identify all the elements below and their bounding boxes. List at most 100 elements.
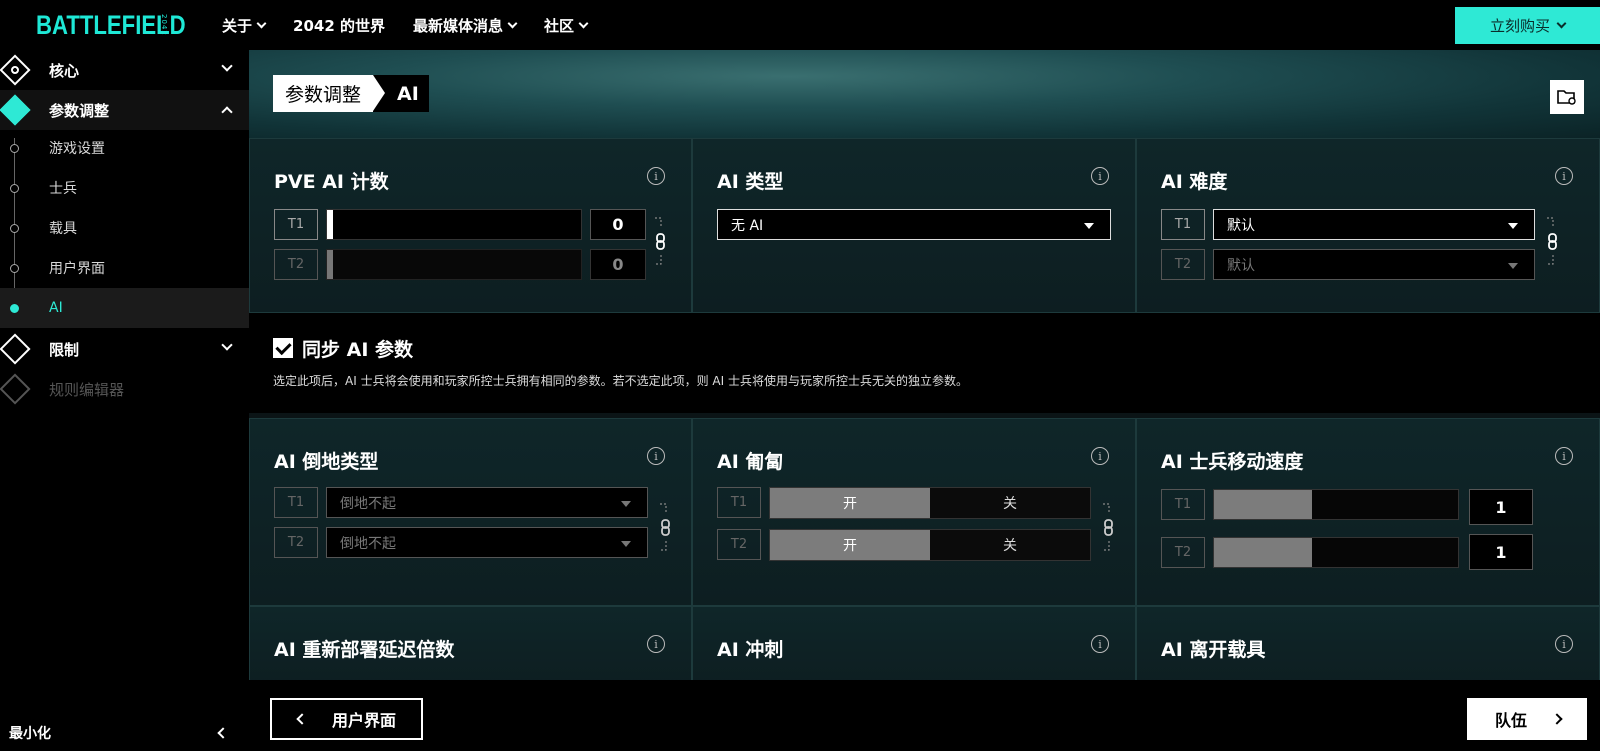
- info-icon[interactable]: i: [1091, 635, 1109, 653]
- nav-news-label: 最新媒体消息: [413, 16, 504, 35]
- card-ai-sprint: AI 冲刺 i: [692, 606, 1136, 680]
- tuning-icon: [0, 94, 31, 126]
- sync-ai-params-checkbox[interactable]: [273, 338, 293, 358]
- chevron-right-icon: [1551, 713, 1563, 725]
- pve-count-t1-slider[interactable]: [326, 209, 582, 240]
- folder-settings-button[interactable]: [1550, 80, 1584, 114]
- back-button-label: 用户界面: [332, 711, 397, 730]
- toggle-on-option[interactable]: 开: [770, 530, 930, 560]
- team-1-tag: T1: [717, 487, 761, 518]
- info-icon[interactable]: i: [1555, 635, 1573, 653]
- top-navigation-bar: BATTLEFIELD 2042 关于 2042 的世界 最新媒体消息 社区 立…: [0, 0, 1600, 50]
- toggle-off-option[interactable]: 关: [930, 530, 1090, 560]
- nav-world[interactable]: 2042 的世界: [293, 15, 385, 36]
- pve-count-t2-slider[interactable]: [326, 249, 582, 280]
- card-title: AI 倒地类型: [274, 451, 379, 473]
- chevron-down-icon: [507, 18, 518, 28]
- ai-move-speed-t2-value[interactable]: 1: [1469, 534, 1533, 570]
- caret-down-icon: [1084, 223, 1094, 229]
- sync-title[interactable]: 同步 AI 参数: [302, 335, 413, 362]
- ai-move-speed-t2-slider[interactable]: [1213, 537, 1459, 568]
- ai-down-type-t1-select[interactable]: 倒地不起: [326, 487, 648, 518]
- main-content: 参数调整 AI PVE AI 计数 i T1 0 T2 0 AI 类型 i 无: [249, 50, 1600, 680]
- card-ai-crawl: AI 匍匐 i T1 开 关 T2 开 关: [692, 418, 1136, 606]
- tree-dot: [10, 264, 19, 273]
- back-button[interactable]: 用户界面: [270, 698, 423, 740]
- chevron-up-icon: [221, 106, 233, 118]
- team-1-tag: T1: [1161, 209, 1205, 240]
- ai-move-speed-t1-value[interactable]: 1: [1469, 489, 1533, 525]
- sidebar-subitem-game-settings[interactable]: 游戏设置: [0, 128, 249, 168]
- card-ai-down-type: AI 倒地类型 i T1 倒地不起 T2 倒地不起: [249, 418, 692, 606]
- nav-world-label: 2042 的世界: [293, 16, 385, 35]
- card-ai-redeploy: AI 重新部署延迟倍数 i: [249, 606, 692, 680]
- info-icon[interactable]: i: [1091, 447, 1109, 465]
- caret-down-icon: [621, 501, 631, 507]
- buy-now-label: 立刻购买: [1489, 17, 1550, 35]
- team-2-tag: T2: [1161, 537, 1205, 568]
- team-2-tag: T2: [274, 527, 318, 558]
- link-icon[interactable]: [1101, 503, 1115, 551]
- info-icon[interactable]: i: [1555, 447, 1573, 465]
- caret-down-icon: [621, 541, 631, 547]
- logo-year: 2042: [160, 14, 168, 36]
- tree-dot: [10, 184, 19, 193]
- ai-difficulty-t2-select[interactable]: 默认: [1213, 249, 1535, 280]
- nav-community[interactable]: 社区: [544, 15, 589, 36]
- card-ai-difficulty: AI 难度 i T1 默认 T2 默认: [1136, 138, 1600, 313]
- sidebar-subitem-vehicles[interactable]: 载具: [0, 208, 249, 248]
- breadcrumb-parent[interactable]: 参数调整: [273, 75, 386, 112]
- card-ai-type: AI 类型 i 无 AI: [692, 138, 1136, 313]
- ai-crawl-t1-toggle[interactable]: 开 关: [769, 487, 1091, 519]
- next-button[interactable]: 队伍: [1467, 698, 1587, 740]
- chevron-down-icon: [1556, 18, 1567, 29]
- sidebar-subitem-ai[interactable]: AI: [0, 288, 249, 328]
- ai-difficulty-t1-value: 默认: [1227, 217, 1255, 234]
- nav-news[interactable]: 最新媒体消息: [413, 15, 518, 36]
- sidebar-item-restrictions[interactable]: 限制: [0, 329, 249, 369]
- slider-knob[interactable]: [327, 210, 333, 239]
- slider-knob[interactable]: [327, 250, 333, 279]
- pve-count-t2-value[interactable]: 0: [590, 249, 646, 280]
- ai-difficulty-t1-select[interactable]: 默认: [1213, 209, 1535, 240]
- link-icon[interactable]: [658, 503, 672, 551]
- info-icon[interactable]: i: [1091, 167, 1109, 185]
- ai-crawl-t2-toggle[interactable]: 开 关: [769, 529, 1091, 561]
- slider-fill: [1214, 490, 1312, 519]
- toggle-on-option[interactable]: 开: [770, 488, 930, 518]
- sidebar-subitem-label: 载具: [49, 221, 77, 237]
- chevron-down-icon: [221, 339, 233, 351]
- minimize-button[interactable]: 最小化: [9, 723, 51, 743]
- main-nav: 关于 2042 的世界 最新媒体消息 社区: [222, 0, 589, 50]
- sidebar-subitem-label: 士兵: [49, 181, 77, 197]
- ai-type-select[interactable]: 无 AI: [717, 209, 1111, 240]
- sidebar-item-label: 规则编辑器: [49, 380, 125, 399]
- sidebar-item-core[interactable]: 核心: [0, 50, 249, 90]
- slider-fill: [1214, 538, 1312, 567]
- sidebar-subitem-soldier[interactable]: 士兵: [0, 168, 249, 208]
- sidebar-item-label: 参数调整: [49, 101, 110, 120]
- sidebar-item-rules-editor[interactable]: 规则编辑器: [0, 369, 249, 409]
- info-icon[interactable]: i: [647, 635, 665, 653]
- card-title: AI 士兵移动速度: [1161, 451, 1304, 473]
- pve-count-t1-value[interactable]: 0: [590, 209, 646, 240]
- collapse-arrow-icon[interactable]: [217, 727, 229, 739]
- card-title: AI 冲刺: [717, 639, 784, 661]
- nav-about[interactable]: 关于: [222, 15, 267, 36]
- info-icon[interactable]: i: [647, 167, 665, 185]
- info-icon[interactable]: i: [647, 447, 665, 465]
- team-2-tag: T2: [717, 529, 761, 560]
- ai-down-type-t2-select[interactable]: 倒地不起: [326, 527, 648, 558]
- sync-ai-params-section: 同步 AI 参数 选定此项后，AI 士兵将会使用和玩家所控士兵拥有相同的参数。若…: [249, 313, 1600, 413]
- toggle-off-option[interactable]: 关: [930, 488, 1090, 518]
- link-icon[interactable]: [1545, 217, 1559, 265]
- ai-difficulty-t2-value: 默认: [1227, 257, 1255, 274]
- rules-editor-icon: [0, 373, 31, 405]
- sidebar-subitem-ui[interactable]: 用户界面: [0, 248, 249, 288]
- card-title: AI 重新部署延迟倍数: [274, 639, 455, 661]
- link-icon[interactable]: [653, 217, 667, 265]
- buy-now-button[interactable]: 立刻购买: [1455, 7, 1600, 44]
- sidebar-item-tuning[interactable]: 参数调整: [0, 90, 249, 130]
- ai-move-speed-t1-slider[interactable]: [1213, 489, 1459, 520]
- info-icon[interactable]: i: [1555, 167, 1573, 185]
